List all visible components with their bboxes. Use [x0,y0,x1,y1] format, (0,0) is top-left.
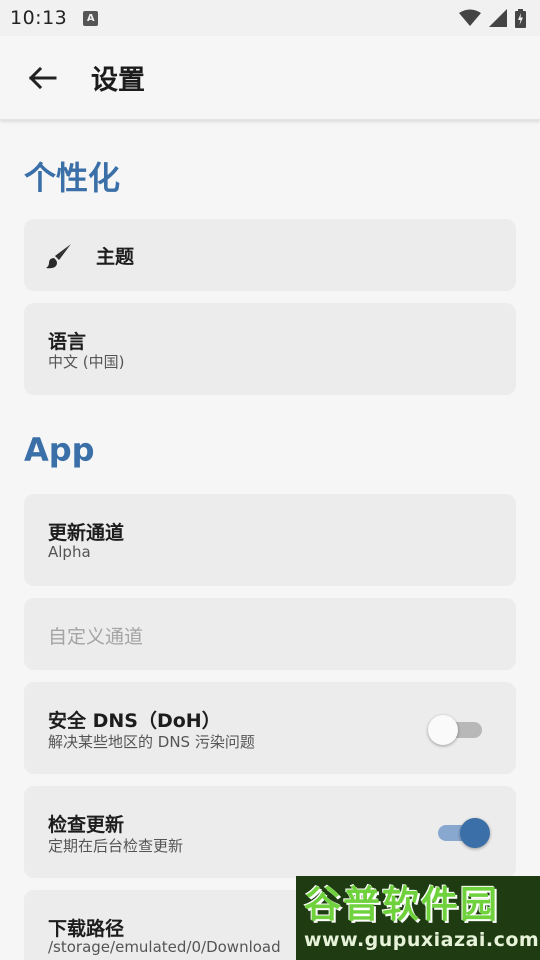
download-path-title: 下载路径 [48,918,125,940]
watermark-name: 谷普软件园 [304,883,499,926]
brush-icon [46,244,71,269]
a-letter-icon: A [83,10,99,26]
toggle-thumb [460,818,490,848]
download-path-value: /storage/emulated/0/Download [48,938,281,956]
secure-dns-subtitle: 解决某些地区的 DNS 污染问题 [48,733,255,751]
language-setting-title: 语言 [48,331,87,353]
app-bar: 设置 [0,36,540,120]
status-icons [459,8,526,28]
custom-channel-setting[interactable]: 自定义通道 [24,598,516,670]
language-setting[interactable]: 语言 中文 (中国) [24,303,516,395]
back-button[interactable] [0,36,84,120]
check-updates-setting[interactable]: 检查更新 定期在后台检查更新 [24,786,516,878]
status-time: 10:13 [10,7,68,29]
page-title: 设置 [91,65,145,96]
update-channel-title: 更新通道 [48,522,125,544]
update-channel-value: Alpha [48,543,91,561]
secure-dns-setting[interactable]: 安全 DNS（DoH） 解决某些地区的 DNS 污染问题 [24,682,516,774]
wifi-icon [459,9,481,26]
section-title-app: App [24,431,95,469]
theme-setting[interactable]: 主题 [24,219,516,291]
check-updates-subtitle: 定期在后台检查更新 [48,837,184,855]
update-channel-setting[interactable]: 更新通道 Alpha [24,494,516,586]
battery-icon [515,8,526,28]
watermark-logo: 谷普软件园 www.gupuxiazai.com [296,876,540,960]
signal-icon [489,9,507,27]
theme-setting-title: 主题 [96,246,135,268]
language-setting-value: 中文 (中国) [48,353,125,371]
secure-dns-title: 安全 DNS（DoH） [48,710,221,732]
status-bar: 10:13 A [0,0,540,36]
check-updates-toggle[interactable] [434,816,490,848]
arrow-left-icon [28,66,57,89]
custom-channel-title: 自定义通道 [48,626,144,648]
section-title-personalization: 个性化 [24,159,121,197]
toggle-thumb [428,715,458,745]
secure-dns-toggle[interactable] [428,713,486,745]
check-updates-title: 检查更新 [48,814,125,836]
watermark-url: www.gupuxiazai.com [304,929,540,951]
